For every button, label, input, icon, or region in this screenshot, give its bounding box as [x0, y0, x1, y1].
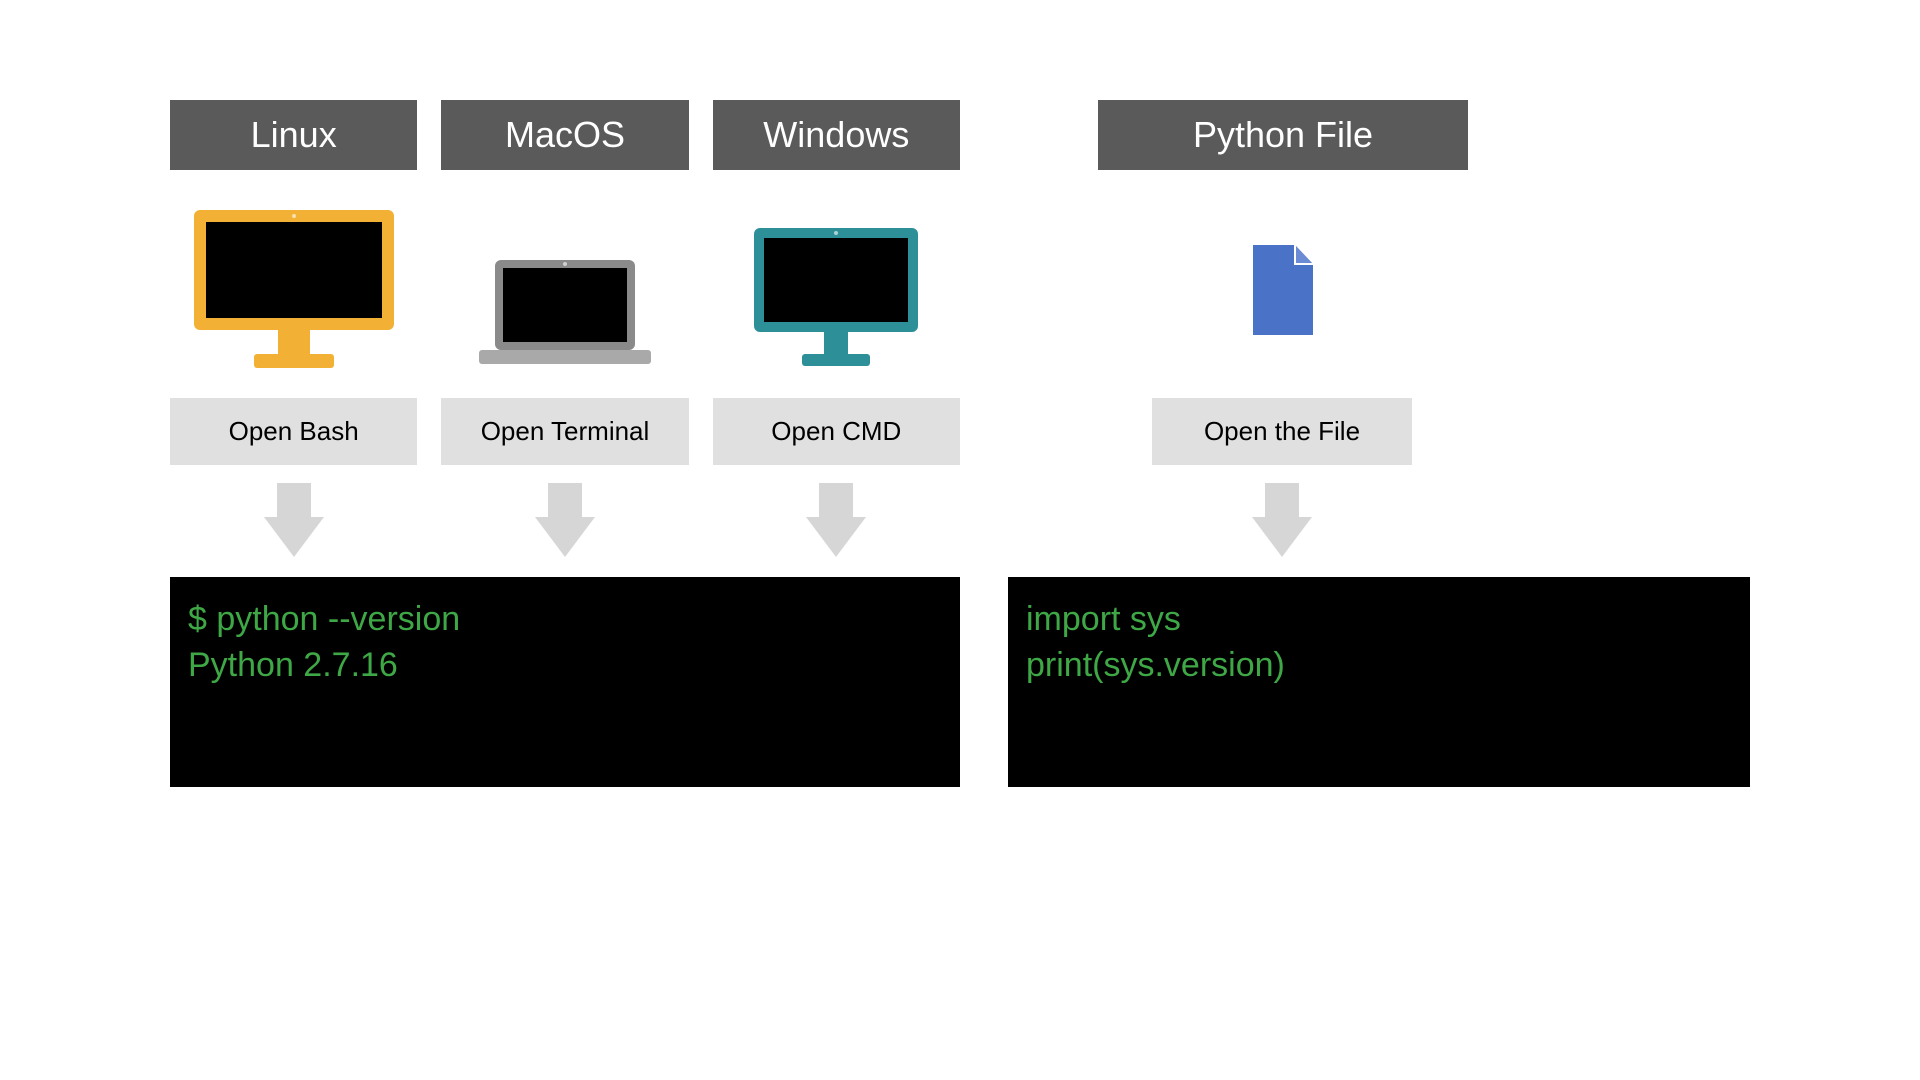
action-open-file: Open the File — [1152, 398, 1412, 465]
action-linux: Open Bash — [170, 398, 417, 465]
action-macos: Open Terminal — [441, 398, 688, 465]
header-windows: Windows — [713, 100, 960, 170]
header-python-file: Python File — [1098, 100, 1468, 170]
python-file-group: Python File Open the File import sys pri… — [1008, 100, 1750, 787]
terminal-left: $ python --version Python 2.7.16 — [170, 577, 960, 787]
diagram-canvas: Linux Open Bash MacOS — [170, 100, 1750, 980]
os-columns: Linux Open Bash MacOS — [170, 100, 960, 565]
header-macos: MacOS — [441, 100, 688, 170]
arrow-windows — [806, 475, 866, 565]
laptop-icon-macos — [441, 190, 688, 390]
arrow-macos — [535, 475, 595, 565]
col-macos: MacOS Open Terminal — [441, 100, 688, 565]
file-icon — [1098, 190, 1468, 390]
os-group: Linux Open Bash MacOS — [170, 100, 960, 787]
col-windows: Windows Open CMD — [713, 100, 960, 565]
monitor-icon-windows — [713, 190, 960, 390]
arrow-linux — [264, 475, 324, 565]
arrow-file — [1152, 475, 1412, 565]
col-linux: Linux Open Bash — [170, 100, 417, 565]
action-windows: Open CMD — [713, 398, 960, 465]
terminal-right: import sys print(sys.version) — [1008, 577, 1750, 787]
monitor-icon-linux — [170, 190, 417, 390]
header-linux: Linux — [170, 100, 417, 170]
